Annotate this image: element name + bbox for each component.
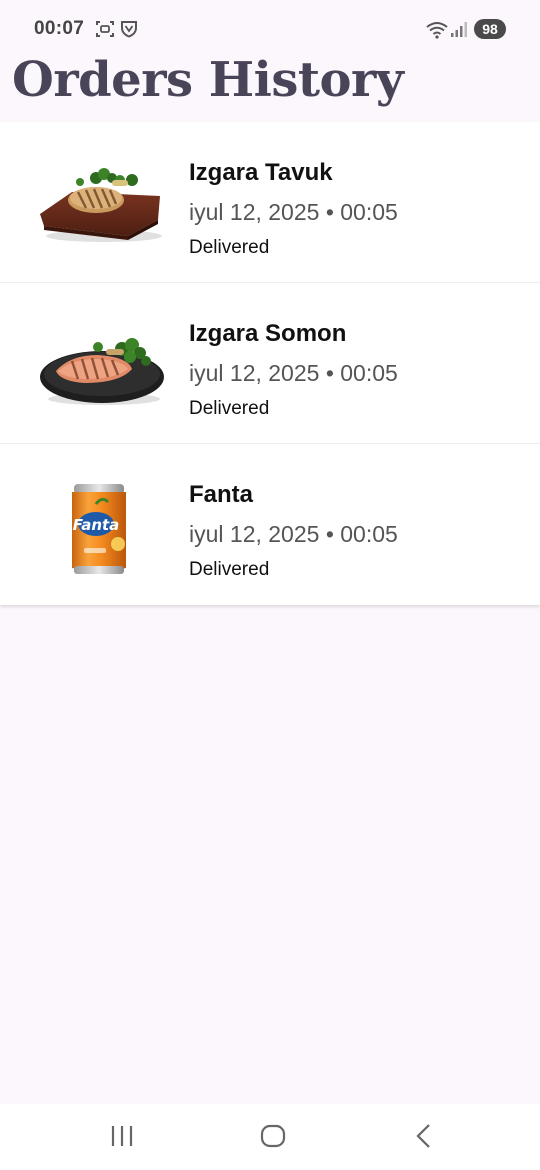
recents-icon[interactable] [110,1122,134,1155]
grilled-salmon-image [36,311,168,421]
order-status: Delivered [189,398,270,419]
svg-text:Fanta: Fanta [73,516,120,534]
home-icon[interactable] [260,1122,286,1155]
order-name: Fanta [189,481,254,508]
page-title: Orders History [12,52,404,108]
fanta-can-image: Fanta [36,472,168,582]
back-icon[interactable] [412,1122,436,1155]
order-item[interactable]: Izgara Somon iyul 12, 2025 • 00:05 Deliv… [0,283,540,444]
order-item[interactable]: Izgara Tavuk iyul 12, 2025 • 00:05 Deliv… [0,122,540,283]
order-date: iyul 12, 2025 • 00:05 [189,521,398,547]
order-item[interactable]: Fanta Fanta iyul 12, 2025 • 00:05 Delive… [0,444,540,605]
battery-indicator: 98 [474,19,506,39]
order-status: Delivered [189,559,270,580]
signal-icon [450,22,468,43]
grilled-chicken-image [36,150,168,260]
screenshot-icon [96,20,114,43]
status-time: 00:07 [34,18,85,39]
order-name: Izgara Somon [189,320,347,347]
order-status: Delivered [189,237,270,258]
navigation-bar [0,1104,540,1170]
order-date: iyul 12, 2025 • 00:05 [189,199,398,225]
order-date: iyul 12, 2025 • 00:05 [189,360,398,386]
vpn-shield-icon [120,20,138,43]
orders-list: Izgara Tavuk iyul 12, 2025 • 00:05 Deliv… [0,122,540,605]
order-name: Izgara Tavuk [189,159,333,186]
wifi-icon [426,21,448,44]
